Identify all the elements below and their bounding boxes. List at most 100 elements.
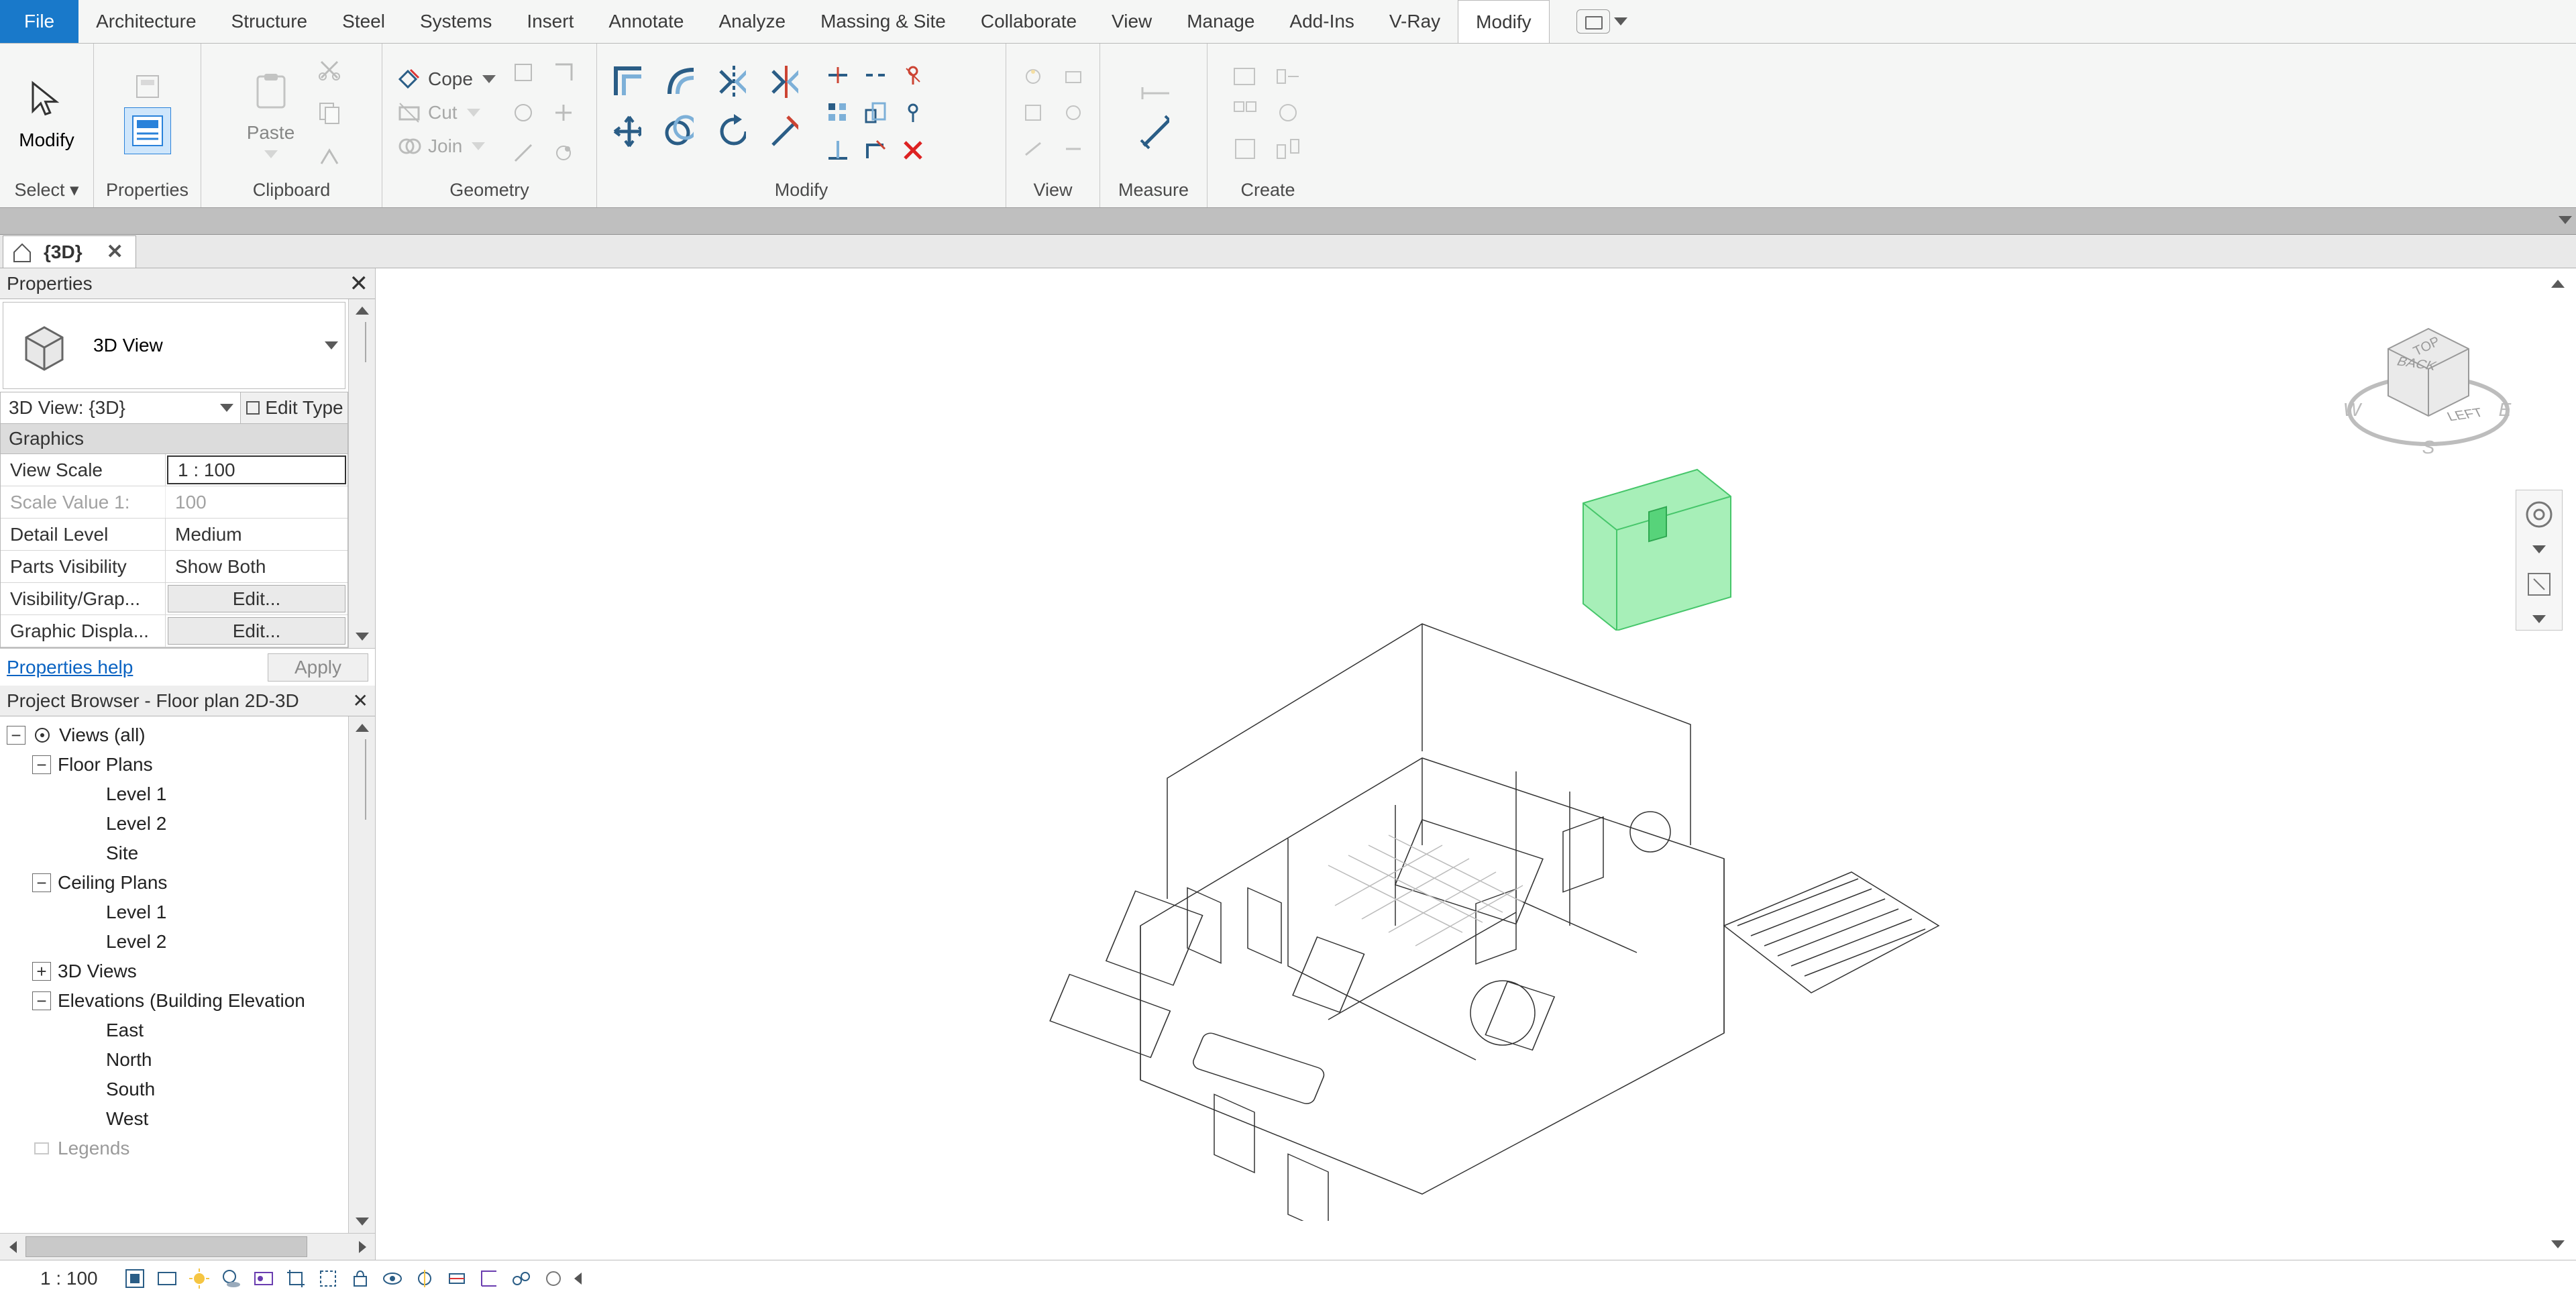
tree-legends[interactable]: Legends	[7, 1134, 348, 1163]
analytical-icon[interactable]	[478, 1267, 500, 1290]
view-tool-6[interactable]	[1058, 133, 1089, 164]
properties-palette-toggle[interactable]	[124, 107, 171, 154]
qat-item[interactable]	[1576, 9, 1610, 34]
scroll-up-icon[interactable]	[356, 307, 369, 315]
rotate-icon[interactable]	[715, 116, 746, 147]
type-properties-icon[interactable]	[132, 71, 163, 102]
tree-group[interactable]: −Ceiling Plans	[32, 868, 348, 898]
copy-icon[interactable]	[314, 97, 345, 128]
tab-massing-site[interactable]: Massing & Site	[803, 0, 963, 43]
scroll-thumb[interactable]	[365, 739, 366, 820]
tree-root[interactable]: − Views (all)	[7, 720, 348, 750]
cut-dropdown-icon[interactable]	[467, 109, 480, 117]
tree-leaf[interactable]: East	[32, 1016, 348, 1045]
zoom-dropdown-icon[interactable]	[2532, 615, 2546, 623]
worksharing-icon[interactable]	[510, 1267, 533, 1290]
paste-dropdown-icon[interactable]	[264, 150, 278, 158]
cope-button[interactable]: Cope	[392, 66, 501, 93]
tab-collaborate[interactable]: Collaborate	[963, 0, 1094, 43]
close-doc-tab[interactable]: ✕	[93, 240, 123, 264]
scroll-right-icon[interactable]	[359, 1241, 366, 1253]
prop-category-graphics[interactable]: Graphics	[1, 424, 347, 454]
prop-btn-vis-graphics[interactable]: Edit...	[168, 585, 345, 612]
measure-icon[interactable]	[1138, 117, 1169, 148]
trim-icon[interactable]	[767, 116, 798, 147]
instance-selector[interactable]: 3D View: {3D}	[0, 392, 241, 424]
view-cube[interactable]: S W E TOP BACK LEFT	[2341, 295, 2516, 470]
match-icon[interactable]	[314, 140, 345, 171]
tab-insert[interactable]: Insert	[509, 0, 591, 43]
create-1[interactable]	[1230, 61, 1260, 92]
qat-dropdown-icon[interactable]	[1614, 17, 1627, 25]
sun-path-icon[interactable]	[188, 1267, 211, 1290]
expand-icon[interactable]: −	[32, 991, 51, 1010]
prop-val-detail-level[interactable]: Medium	[166, 519, 347, 550]
tab-annotate[interactable]: Annotate	[591, 0, 701, 43]
tree-leaf[interactable]: North	[32, 1045, 348, 1075]
tree-leaf[interactable]: Level 2	[32, 927, 348, 957]
detail-level-icon[interactable]	[123, 1267, 146, 1290]
expand-icon[interactable]: −	[32, 755, 51, 774]
doc-tab-3d[interactable]: {3D} ✕	[3, 235, 136, 268]
scale-icon[interactable]	[860, 97, 891, 128]
crop-region-icon[interactable]	[317, 1267, 339, 1290]
tab-view[interactable]: View	[1094, 0, 1169, 43]
create-2[interactable]	[1230, 97, 1260, 128]
view-tool-3[interactable]	[1018, 133, 1049, 164]
scroll-thumb[interactable]	[25, 1236, 307, 1257]
close-properties[interactable]: ✕	[350, 270, 369, 297]
type-dropdown-icon[interactable]	[325, 341, 338, 349]
view-tool-4[interactable]	[1058, 61, 1089, 92]
create-3[interactable]	[1230, 133, 1260, 164]
panel-select-title[interactable]: Select ▾	[0, 176, 93, 207]
prop-val-parts-vis[interactable]: Show Both	[166, 551, 347, 582]
move-icon[interactable]	[610, 116, 641, 147]
render-icon[interactable]	[252, 1267, 275, 1290]
split-icon[interactable]	[822, 60, 853, 91]
tab-analyze[interactable]: Analyze	[701, 0, 803, 43]
tree-group[interactable]: +3D Views	[32, 957, 348, 986]
nav-dropdown-icon[interactable]	[2532, 545, 2546, 553]
tab-structure[interactable]: Structure	[214, 0, 325, 43]
expand-icon[interactable]: −	[32, 873, 51, 892]
crop-icon[interactable]	[284, 1267, 307, 1290]
docstrip-menu-icon[interactable]	[2559, 216, 2572, 224]
tab-steel[interactable]: Steel	[325, 0, 402, 43]
properties-help-link[interactable]: Properties help	[7, 657, 133, 678]
cope-dropdown-icon[interactable]	[482, 75, 496, 83]
options-icon[interactable]	[542, 1267, 565, 1290]
expand-icon[interactable]: −	[7, 726, 25, 745]
offset-icon[interactable]	[663, 66, 694, 97]
full-nav-wheel[interactable]	[2522, 497, 2557, 532]
tree-group[interactable]: −Floor Plans	[32, 750, 348, 779]
browser-vscroll[interactable]	[348, 716, 375, 1233]
tree-leaf[interactable]: Level 2	[32, 809, 348, 839]
shadows-icon[interactable]	[220, 1267, 243, 1290]
prop-val-view-scale[interactable]: 1 : 100	[167, 455, 346, 484]
tab-file[interactable]: File	[0, 0, 78, 43]
nav-prev-icon[interactable]	[574, 1273, 582, 1285]
browser-hscroll[interactable]	[0, 1233, 375, 1260]
zoom-region-icon[interactable]	[2522, 567, 2557, 602]
constraints-icon[interactable]	[445, 1267, 468, 1290]
drawing-canvas[interactable]: S W E TOP BACK LEFT	[376, 268, 2576, 1260]
tree-leaf[interactable]: West	[32, 1104, 348, 1134]
properties-title-bar[interactable]: Properties ✕	[0, 268, 375, 299]
tab-architecture[interactable]: Architecture	[78, 0, 213, 43]
create-6[interactable]	[1273, 133, 1303, 164]
extend-icon[interactable]	[822, 135, 853, 166]
close-project-browser[interactable]: ✕	[353, 690, 368, 712]
lock-3d-icon[interactable]	[349, 1267, 372, 1290]
create-5[interactable]	[1273, 97, 1303, 128]
copy-tool-icon[interactable]	[663, 116, 694, 147]
pin-icon[interactable]	[898, 97, 928, 128]
scroll-down-icon[interactable]	[356, 633, 369, 641]
geom-tool-1[interactable]	[508, 57, 539, 88]
tab-addins[interactable]: Add-Ins	[1272, 0, 1372, 43]
edit-type-button[interactable]: Edit Type	[241, 392, 348, 424]
canvas-scroll-down-icon[interactable]	[2551, 1240, 2565, 1248]
geom-tool-3[interactable]	[508, 138, 539, 168]
tree-group[interactable]: −Elevations (Building Elevation	[32, 986, 348, 1016]
cut-icon[interactable]	[314, 54, 345, 85]
temp-hide-icon[interactable]	[381, 1267, 404, 1290]
